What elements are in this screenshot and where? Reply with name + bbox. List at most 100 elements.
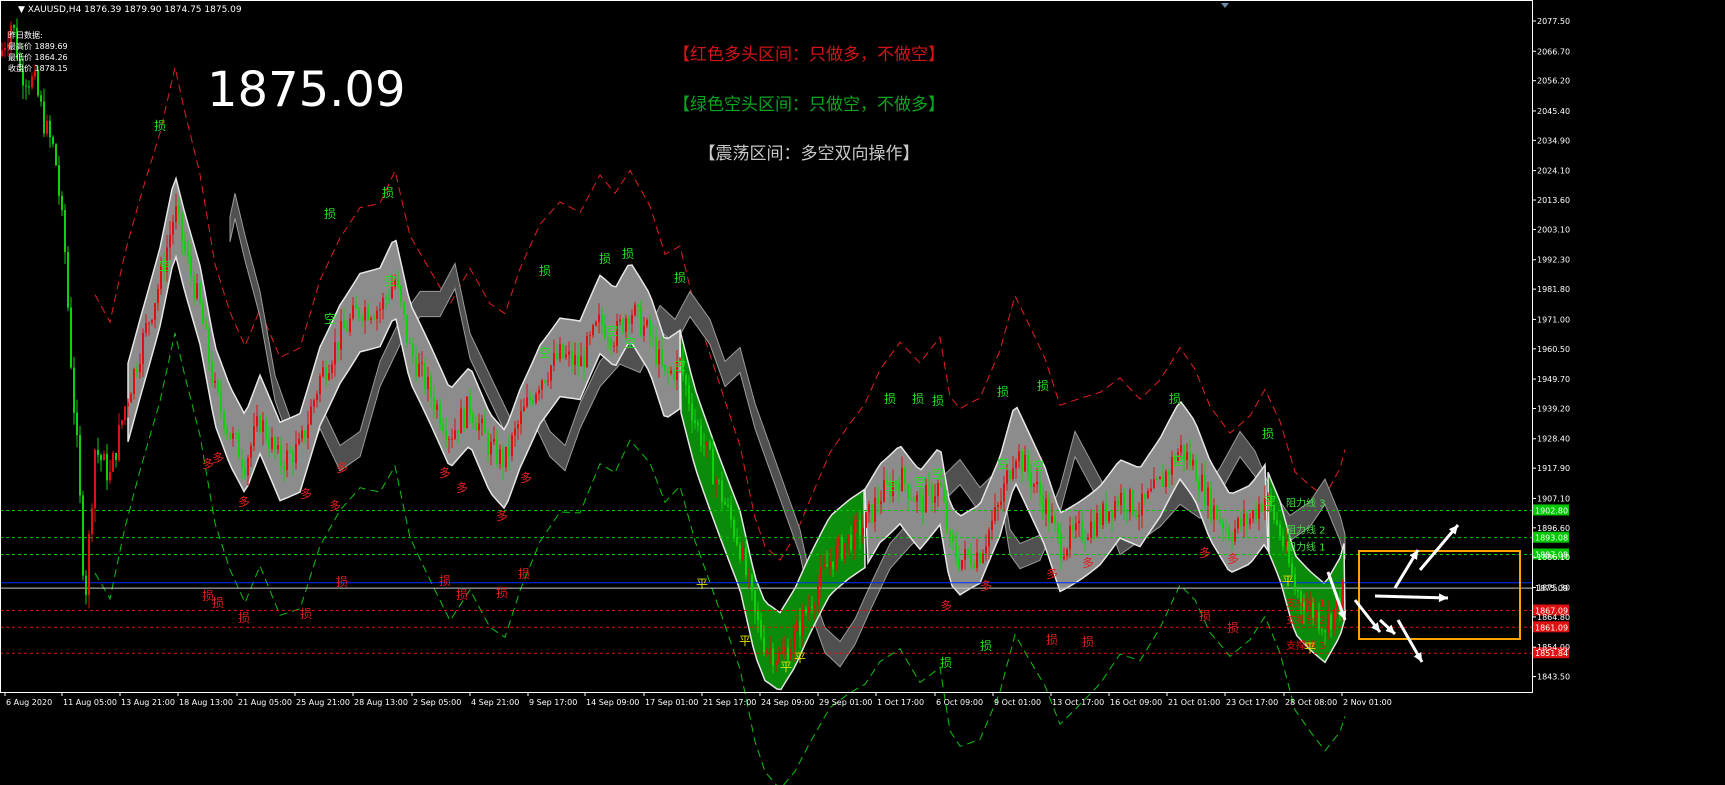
signal-marker-51: 损 — [496, 586, 508, 600]
candle-body-237 — [712, 448, 714, 485]
candle-body-292 — [877, 497, 879, 504]
signal-marker-37: 多 — [520, 471, 532, 485]
candle-body-189 — [568, 351, 570, 355]
candle-body-258 — [775, 661, 777, 666]
y-tick-label-14: 1928.40 — [1537, 435, 1570, 444]
candle-body-229 — [688, 384, 690, 404]
signal-marker-49: 损 — [439, 574, 451, 588]
candle-body-80 — [241, 458, 243, 468]
candle-body-438 — [1315, 611, 1317, 618]
candle-body-300 — [901, 467, 903, 491]
candle-body-73 — [220, 391, 222, 412]
candle-body-194 — [583, 356, 585, 368]
signal-marker-46: 损 — [238, 611, 250, 625]
candle-body-255 — [766, 650, 768, 653]
candle-body-273 — [820, 567, 822, 587]
candle-body-230 — [691, 403, 693, 421]
y-tick-label-20: 1864.80 — [1537, 613, 1570, 622]
signal-marker-45: 损 — [212, 596, 224, 610]
candle-body-330 — [991, 520, 993, 531]
candle-body-141 — [424, 362, 426, 390]
candle-body-203 — [610, 339, 612, 347]
candle-body-416 — [1249, 518, 1251, 525]
candle-body-337 — [1012, 468, 1014, 479]
candle-body-241 — [724, 501, 726, 505]
candle-body-99 — [298, 438, 300, 444]
y-tick-label-22: 1843.50 — [1537, 673, 1570, 682]
candle-body-94 — [283, 466, 285, 471]
candle-body-314 — [943, 486, 945, 502]
candle-body-305 — [916, 495, 918, 502]
signal-marker-56: 损 — [1082, 635, 1094, 649]
candle-body-414 — [1243, 513, 1245, 527]
candle-body-87 — [262, 420, 264, 432]
candle-body-76 — [229, 432, 231, 439]
candle-body-47 — [142, 333, 144, 364]
candle-body-424 — [1273, 506, 1275, 521]
candle-body-108 — [325, 367, 327, 380]
level-label-1: 阻力线 2 — [1286, 524, 1326, 537]
candle-body-340 — [1021, 451, 1023, 472]
candle-body-222 — [667, 371, 669, 374]
candle-body-133 — [400, 286, 402, 302]
candle-body-395 — [1186, 452, 1188, 461]
candle-body-442 — [1327, 614, 1329, 633]
signal-marker-29: 多 — [212, 451, 224, 465]
candle-body-27 — [82, 495, 84, 576]
candle-body-393 — [1180, 444, 1182, 453]
candle-body-29 — [88, 534, 90, 595]
candle-body-335 — [1006, 470, 1008, 484]
signal-marker-24: 空 — [997, 457, 1009, 471]
y-tick-label-9: 1981.80 — [1537, 285, 1570, 294]
candle-body-114 — [343, 320, 345, 329]
candle-body-331 — [994, 506, 996, 521]
candle-body-44 — [133, 369, 135, 395]
candle-body-284 — [853, 520, 855, 550]
x-tick-label-8: 4 Sep 21:00 — [471, 698, 519, 707]
candle-body-377 — [1132, 489, 1134, 514]
candle-body-58 — [175, 206, 177, 222]
candle-body-344 — [1033, 484, 1035, 487]
candle-body-190 — [571, 351, 573, 365]
candle-body-301 — [904, 467, 906, 485]
candle-body-357 — [1072, 525, 1074, 531]
signal-marker-62: 平 — [794, 651, 806, 665]
signal-marker-64: 平 — [1304, 641, 1316, 655]
candle-body-126 — [379, 309, 381, 311]
candle-body-172 — [517, 424, 519, 429]
signal-marker-2: 损 — [382, 186, 394, 200]
candle-body-277 — [832, 561, 834, 569]
candle-body-243 — [730, 505, 732, 520]
candle-body-33 — [100, 455, 102, 461]
candle-body-160 — [481, 418, 483, 424]
candle-body-372 — [1117, 500, 1119, 506]
candle-body-433 — [1300, 591, 1302, 603]
candle-body-266 — [799, 620, 801, 636]
signal-marker-30: 多 — [238, 495, 250, 509]
candle-body-387 — [1162, 476, 1164, 487]
candle-body-81 — [244, 467, 246, 476]
candle-body-302 — [907, 484, 909, 499]
candle-body-164 — [493, 438, 495, 442]
candle-body-248 — [745, 547, 747, 576]
signal-marker-14: 空 — [159, 259, 171, 273]
candle-body-209 — [628, 318, 630, 324]
x-tick-label-16: 6 Oct 09:00 — [936, 698, 983, 707]
candle-body-400 — [1201, 474, 1203, 491]
x-tick-label-17: 9 Oct 01:00 — [994, 698, 1041, 707]
signal-marker-33: 多 — [336, 461, 348, 475]
candle-body-366 — [1099, 512, 1101, 526]
x-tick-label-19: 16 Oct 09:00 — [1110, 698, 1162, 707]
candle-body-210 — [631, 314, 633, 324]
candle-body-389 — [1168, 471, 1170, 475]
x-tick-label-7: 2 Sep 05:00 — [413, 698, 461, 707]
candle-body-370 — [1111, 511, 1113, 518]
candle-body-280 — [841, 537, 843, 559]
candle-body-211 — [634, 304, 636, 315]
candle-body-187 — [562, 344, 564, 358]
candle-body-336 — [1009, 470, 1011, 479]
candle-body-64 — [193, 276, 195, 299]
candle-body-70 — [211, 361, 213, 383]
candle-body-354 — [1063, 556, 1065, 560]
candle-body-312 — [937, 483, 939, 497]
